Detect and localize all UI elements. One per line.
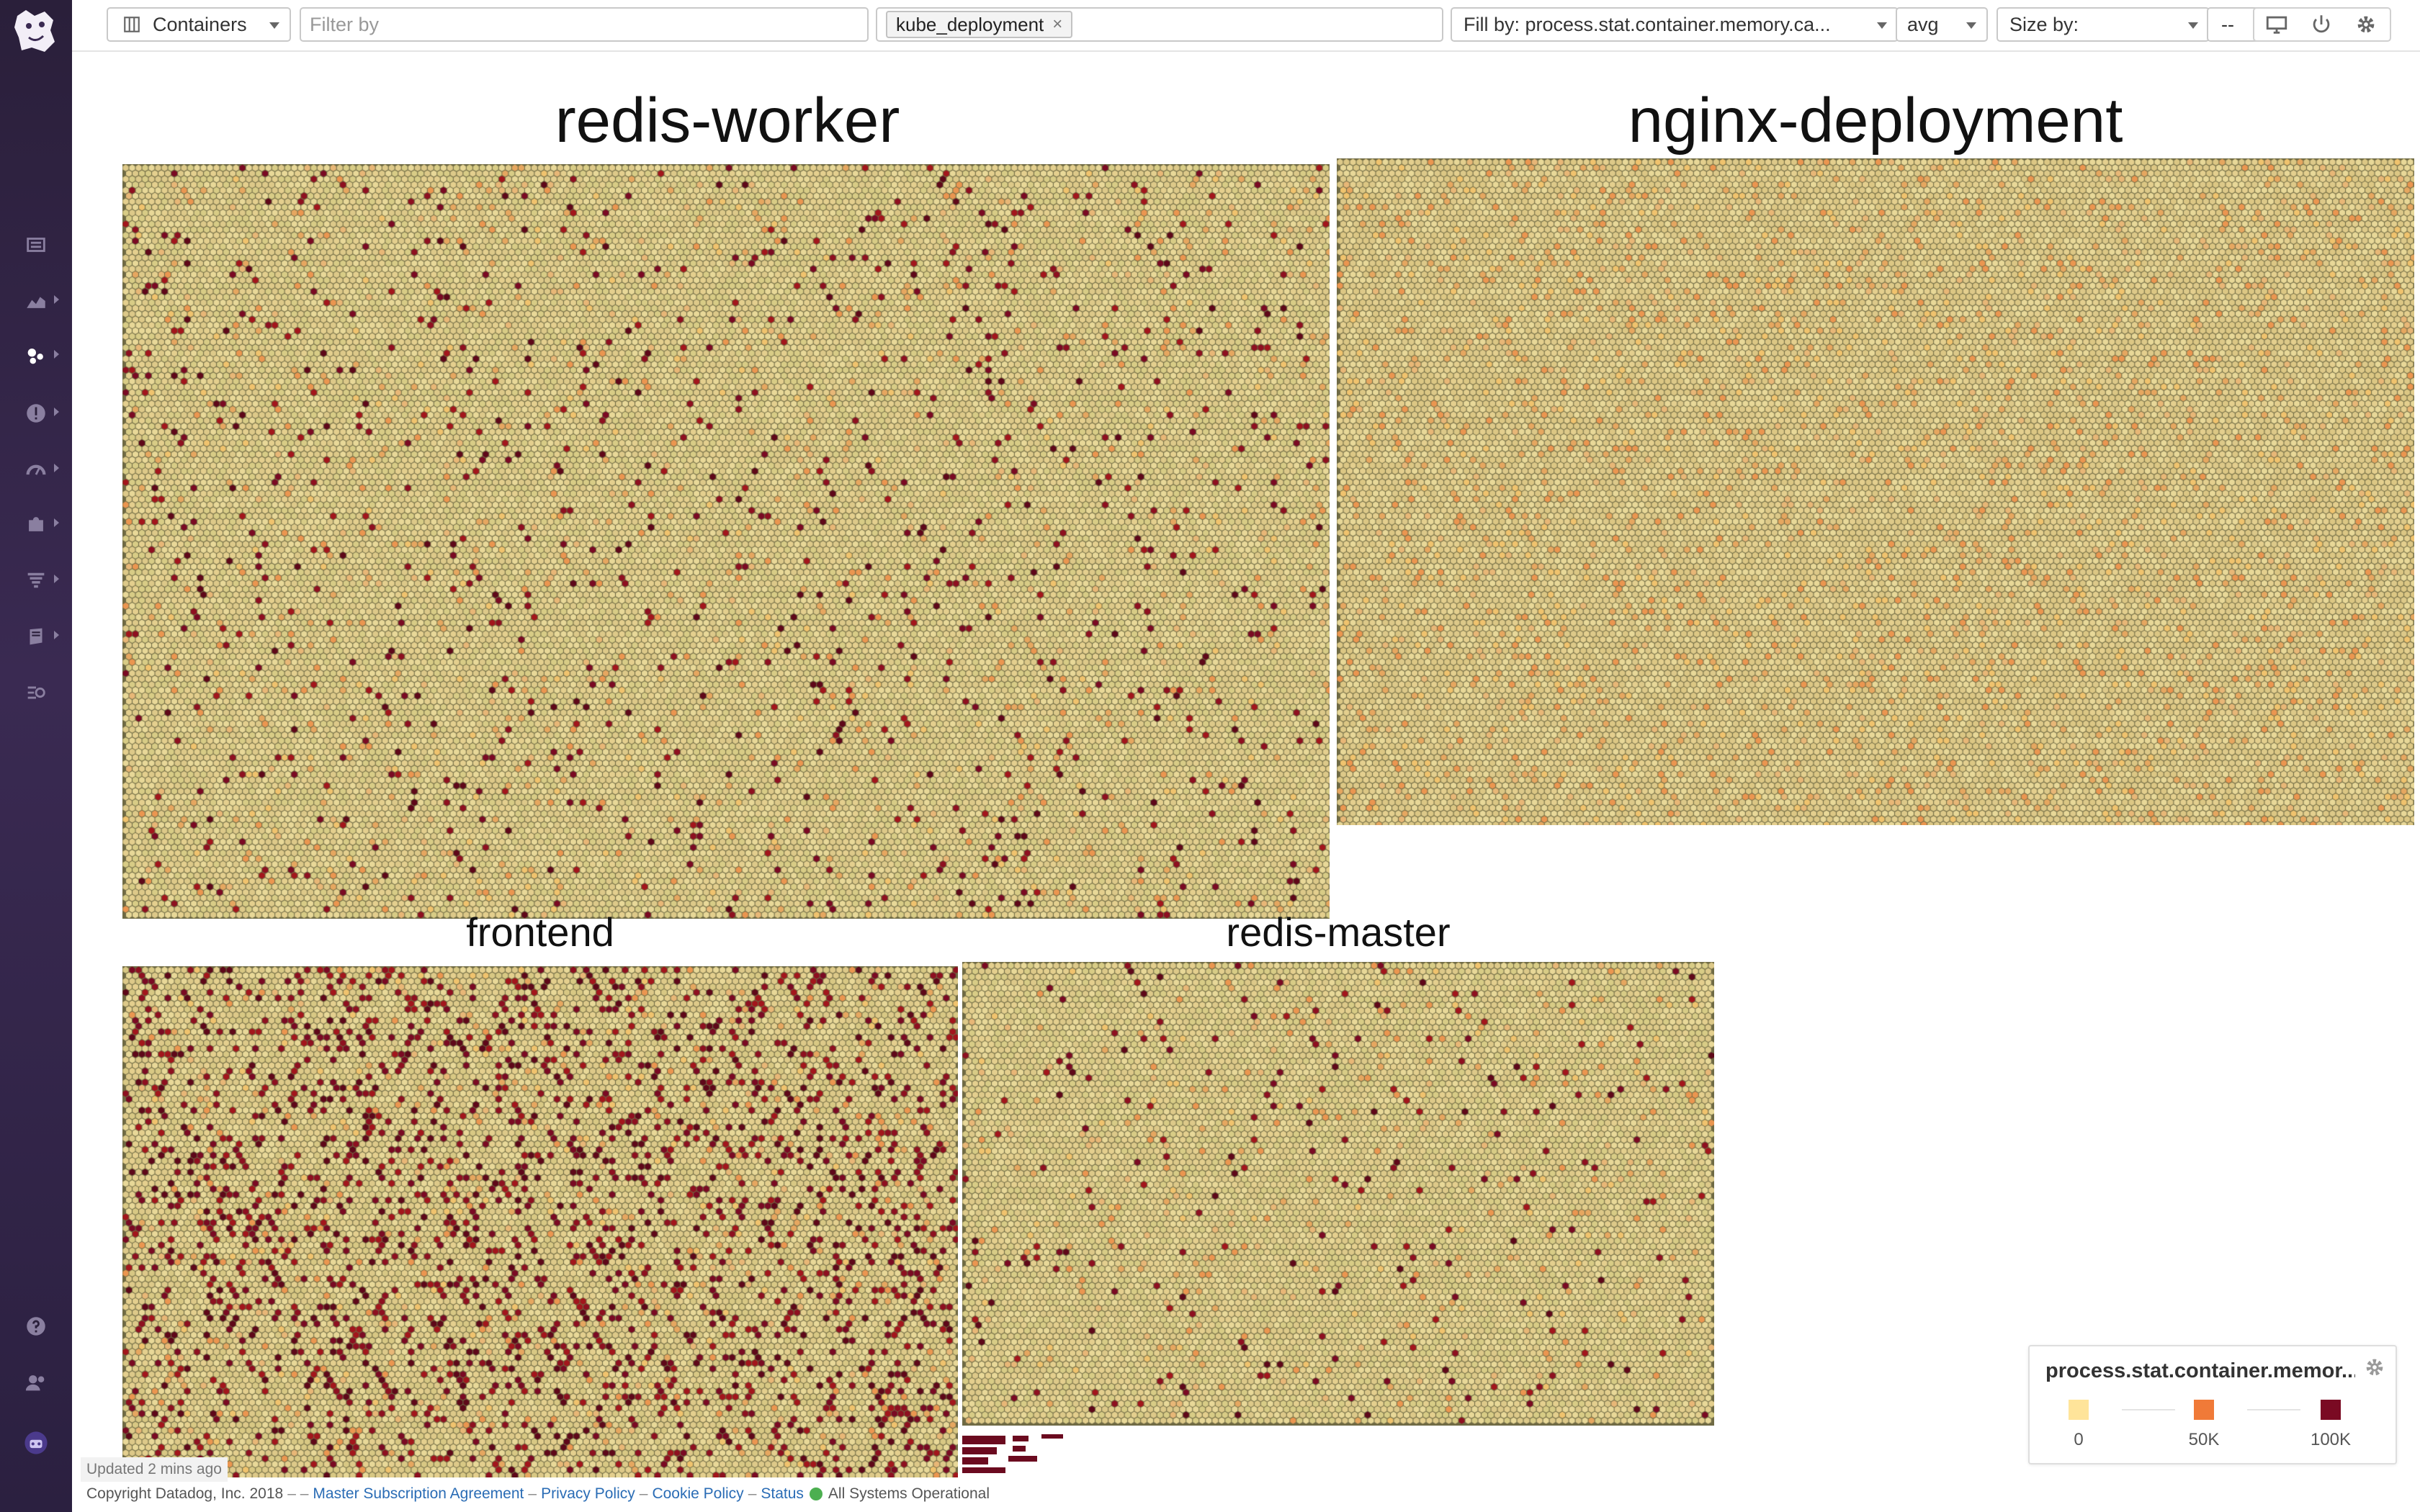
nav-team[interactable]	[0, 1362, 72, 1403]
group-by-input[interactable]: kube_deployment ×	[876, 7, 1443, 42]
footer-dashes: – –	[287, 1485, 309, 1502]
monitor-button[interactable]	[2259, 7, 2295, 42]
legend-label-50k: 50K	[2188, 1430, 2220, 1449]
legend-title: process.stat.container.memor...	[2045, 1359, 2355, 1382]
fill-by-select[interactable]: Fill by: process.stat.container.memory.c…	[1451, 7, 1899, 42]
nav-monitors[interactable]	[0, 393, 72, 433]
hex-grid-redis-master[interactable]	[962, 962, 1714, 1426]
grid-icon	[124, 17, 140, 32]
monitor-icon	[2266, 16, 2287, 34]
fill-by-label: Fill by: process.stat.container.memory.c…	[1464, 13, 1831, 35]
puzzle-icon	[29, 517, 43, 531]
size-aggregation-value: --	[2221, 13, 2234, 35]
link-privacy-policy[interactable]: Privacy Policy	[541, 1485, 635, 1503]
nav-synthetics[interactable]	[0, 672, 72, 713]
group-frontend[interactable]	[122, 966, 958, 1477]
hex-grid-redis-worker[interactable]	[122, 164, 1330, 919]
last-updated: Updated 2 mins ago	[81, 1457, 228, 1482]
color-legend: process.stat.container.memor... 0 50K 10…	[2028, 1345, 2397, 1464]
nav-list[interactable]	[0, 225, 72, 265]
legend-swatch-0	[2069, 1400, 2089, 1420]
legend-gear-icon[interactable]	[2362, 1355, 2387, 1380]
chevron-down-icon	[1966, 22, 1976, 29]
aggregation-value: avg	[1907, 13, 1939, 35]
user-avatar-icon	[24, 1431, 48, 1454]
status-ok-icon	[809, 1488, 823, 1500]
group-tag-label: kube_deployment	[896, 13, 1044, 35]
group-title-redis-master: redis-master	[1226, 909, 1451, 955]
group-tag-chip: kube_deployment ×	[886, 11, 1073, 38]
group-title-frontend: frontend	[466, 909, 614, 955]
size-by-select[interactable]: Size by:	[1996, 7, 2210, 42]
remove-tag-icon[interactable]: ×	[1052, 14, 1062, 35]
chevron-down-icon	[269, 22, 279, 29]
datadog-logo[interactable]	[10, 6, 62, 58]
nav-logs[interactable]	[0, 560, 72, 600]
nav-integrations[interactable]	[0, 504, 72, 544]
group-title-nginx-deployment: nginx-deployment	[1628, 86, 2123, 156]
link-subscription-agreement[interactable]: Master Subscription Agreement	[313, 1485, 524, 1503]
legend-divider	[2122, 1409, 2175, 1410]
list-icon	[27, 238, 45, 252]
nav-notebooks[interactable]	[0, 616, 72, 657]
sidebar	[0, 0, 72, 1512]
power-icon	[2313, 15, 2330, 33]
legend-swatch-50k	[2194, 1400, 2214, 1420]
status-text: All Systems Operational	[828, 1485, 990, 1502]
view-selector-label: Containers	[153, 13, 247, 35]
chevron-down-icon	[2188, 22, 2198, 29]
settings-button[interactable]	[2348, 7, 2384, 42]
link-cookie-policy[interactable]: Cookie Policy	[652, 1485, 743, 1503]
notebook-icon	[30, 628, 42, 645]
gauge-icon	[26, 464, 46, 475]
group-unlabeled-cluster[interactable]	[962, 1433, 1080, 1477]
nav-metrics[interactable]	[0, 281, 72, 321]
view-selector[interactable]: Containers	[107, 7, 291, 42]
nav-help[interactable]	[0, 1306, 72, 1346]
aggregation-select[interactable]: avg	[1896, 7, 1988, 42]
synthetics-icon	[27, 686, 45, 699]
hex-grid-nginx-deployment[interactable]	[1337, 158, 2414, 825]
legend-label-0: 0	[2074, 1430, 2084, 1449]
filter-placeholder: Filter by	[310, 13, 380, 35]
group-nginx-deployment[interactable]	[1337, 158, 2414, 825]
chevron-down-icon	[1877, 22, 1887, 29]
power-button[interactable]	[2303, 7, 2339, 42]
help-icon	[27, 1317, 45, 1336]
nav-apm[interactable]	[0, 449, 72, 490]
team-icon	[25, 1375, 45, 1391]
footer: Copyright Datadog, Inc. 2018 – – Master …	[86, 1485, 990, 1503]
gear-icon	[2357, 16, 2375, 33]
group-title-redis-worker: redis-worker	[555, 86, 900, 156]
nav-infrastructure[interactable]	[0, 336, 72, 376]
small-host-cluster	[962, 1434, 1063, 1473]
area-chart-icon	[27, 297, 45, 308]
nav-user[interactable]	[0, 1423, 72, 1463]
group-redis-master[interactable]	[962, 962, 1714, 1426]
infrastructure-icon	[27, 348, 43, 364]
toolbar: Containers Filter by kube_deployment × F…	[72, 0, 2420, 52]
alert-icon	[27, 404, 45, 423]
legend-divider	[2247, 1409, 2300, 1410]
size-by-label: Size by:	[2009, 13, 2079, 35]
legend-label-100k: 100K	[2310, 1430, 2352, 1449]
link-status[interactable]: Status	[761, 1485, 804, 1503]
hex-grid-frontend[interactable]	[122, 966, 958, 1477]
legend-swatch-100k	[2321, 1400, 2341, 1420]
filter-input[interactable]: Filter by	[300, 7, 869, 42]
logs-icon	[27, 572, 45, 588]
group-redis-worker[interactable]	[122, 164, 1330, 919]
copyright: Copyright Datadog, Inc. 2018	[86, 1485, 284, 1502]
